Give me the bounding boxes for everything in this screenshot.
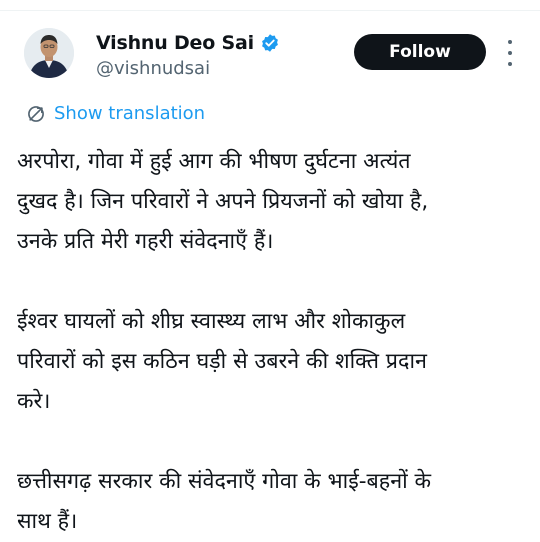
tweet-line: करे।: [17, 389, 51, 414]
more-dot: [508, 62, 512, 66]
show-translation-label[interactable]: Show translation: [54, 103, 205, 124]
tweet-line: ईश्वर घायलों को शीघ्र स्वास्थ्य लाभ और श…: [17, 309, 406, 334]
translate-icon: [26, 104, 46, 124]
tweet-text: अरपोरा, गोवा में हुई आग की भीषण दुर्घटना…: [17, 142, 527, 542]
author-handle[interactable]: @vishnudsai: [96, 58, 210, 79]
more-vertical-icon[interactable]: [500, 40, 520, 66]
verified-badge-icon: [260, 33, 280, 53]
more-dot: [508, 51, 512, 55]
top-divider: [0, 10, 540, 11]
tweet-line: उनके प्रति मेरी गहरी संवेदनाएँ हैं।: [17, 229, 274, 254]
tweet-line: छत्तीसगढ़ सरकार की संवेदनाएँ गोवा के भाई…: [17, 469, 432, 494]
tweet-paragraph: छत्तीसगढ़ सरकार की संवेदनाएँ गोवा के भाई…: [17, 462, 527, 542]
more-dot: [508, 40, 512, 44]
tweet-line: परिवारों को इस कठिन घड़ी से उबरने की शक्…: [17, 349, 427, 374]
tweet-line: साथ हैं।: [17, 509, 78, 534]
tweet-line: दुखद है। जिन परिवारों ने अपने प्रियजनों …: [17, 189, 429, 214]
tweet-paragraph: अरपोरा, गोवा में हुई आग की भीषण दुर्घटना…: [17, 142, 527, 262]
avatar[interactable]: [24, 28, 74, 78]
author-display-name[interactable]: Vishnu Deo Sai: [96, 32, 254, 54]
author-name-row[interactable]: Vishnu Deo Sai: [96, 30, 280, 56]
tweet-line: अरपोरा, गोवा में हुई आग की भीषण दुर्घटना…: [17, 149, 411, 174]
show-translation-link[interactable]: Show translation: [26, 103, 205, 124]
profile-photo: [24, 28, 74, 78]
tweet-paragraph: ईश्वर घायलों को शीघ्र स्वास्थ्य लाभ और श…: [17, 302, 527, 422]
follow-button[interactable]: Follow: [354, 34, 486, 70]
